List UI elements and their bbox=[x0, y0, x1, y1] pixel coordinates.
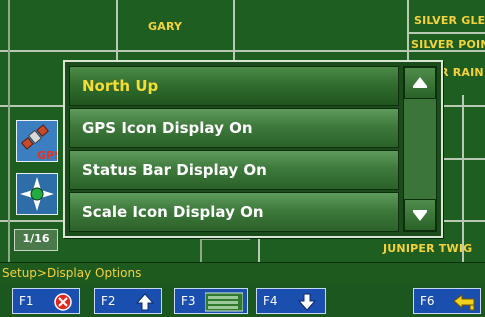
compass-icon bbox=[17, 174, 57, 214]
menu-item-status-bar-display[interactable]: Status Bar Display On bbox=[69, 150, 399, 190]
satellite-icon: GPS bbox=[17, 121, 62, 162]
map-scale-indicator[interactable]: 1/16 bbox=[14, 229, 58, 251]
street-label: SILVER GLE bbox=[414, 14, 485, 27]
gps-status-button[interactable]: GPS bbox=[16, 120, 62, 162]
menu-item-gps-icon-display[interactable]: GPS Icon Display On bbox=[69, 108, 399, 148]
map-road bbox=[0, 105, 70, 107]
map-road bbox=[116, 0, 118, 60]
triangle-down-icon bbox=[413, 210, 427, 221]
street-label: SILVER POIN bbox=[411, 38, 485, 51]
map-road bbox=[407, 32, 485, 34]
fkey-label: F1 bbox=[19, 294, 34, 308]
menu-item-label: GPS Icon Display On bbox=[82, 119, 253, 137]
fkey-label: F6 bbox=[420, 294, 435, 308]
menu-item-label: Status Bar Display On bbox=[82, 161, 267, 179]
arrow-up-icon bbox=[135, 293, 155, 311]
f3-menu-button[interactable]: F3 bbox=[174, 288, 248, 314]
gps-device-screen: GARY SILVER GLE SILVER POIN R RAIN JUNIP… bbox=[0, 0, 485, 317]
scale-label: 1/16 bbox=[22, 232, 50, 245]
menu-item-north-up[interactable]: North Up bbox=[69, 66, 399, 106]
compass-button[interactable] bbox=[16, 173, 58, 215]
arrow-down-icon bbox=[297, 293, 317, 311]
map-road bbox=[233, 0, 235, 60]
breadcrumb-text: Setup>Display Options bbox=[2, 266, 142, 280]
street-label: GARY bbox=[148, 20, 183, 33]
map-road bbox=[8, 0, 10, 262]
menu-list-icon bbox=[205, 292, 243, 312]
fkey-label: F2 bbox=[101, 294, 116, 308]
street-label: JUNIPER TWIG bbox=[383, 242, 473, 255]
back-icon bbox=[453, 294, 475, 311]
display-options-menu: North Up GPS Icon Display On Status Bar … bbox=[63, 60, 443, 238]
f6-back-button[interactable]: F6 bbox=[413, 288, 481, 314]
gps-label: GPS bbox=[37, 149, 57, 161]
map-road bbox=[258, 238, 260, 262]
scroll-up-button[interactable] bbox=[404, 67, 436, 99]
fkey-label: F3 bbox=[181, 294, 196, 308]
street-label: R RAIN bbox=[440, 66, 484, 79]
map-road bbox=[462, 95, 464, 262]
f1-cancel-button[interactable]: F1 bbox=[12, 288, 80, 314]
menu-item-scale-icon-display[interactable]: Scale Icon Display On bbox=[69, 192, 399, 232]
map-road bbox=[200, 238, 250, 240]
scroll-down-button[interactable] bbox=[404, 199, 436, 231]
scroll-track[interactable] bbox=[404, 99, 436, 199]
map-road bbox=[200, 238, 202, 262]
map-road bbox=[407, 0, 409, 60]
f2-up-button[interactable]: F2 bbox=[94, 288, 162, 314]
menu-item-label: North Up bbox=[82, 77, 159, 95]
function-key-bar: F1 F2 F3 F4 F6 bbox=[0, 284, 485, 317]
menu-scrollbar[interactable] bbox=[403, 66, 437, 232]
fkey-label: F4 bbox=[263, 294, 278, 308]
triangle-up-icon bbox=[413, 77, 427, 88]
menu-item-label: Scale Icon Display On bbox=[82, 203, 264, 221]
f4-down-button[interactable]: F4 bbox=[256, 288, 326, 314]
cancel-icon bbox=[54, 293, 72, 311]
breadcrumb: Setup>Display Options bbox=[0, 262, 485, 284]
